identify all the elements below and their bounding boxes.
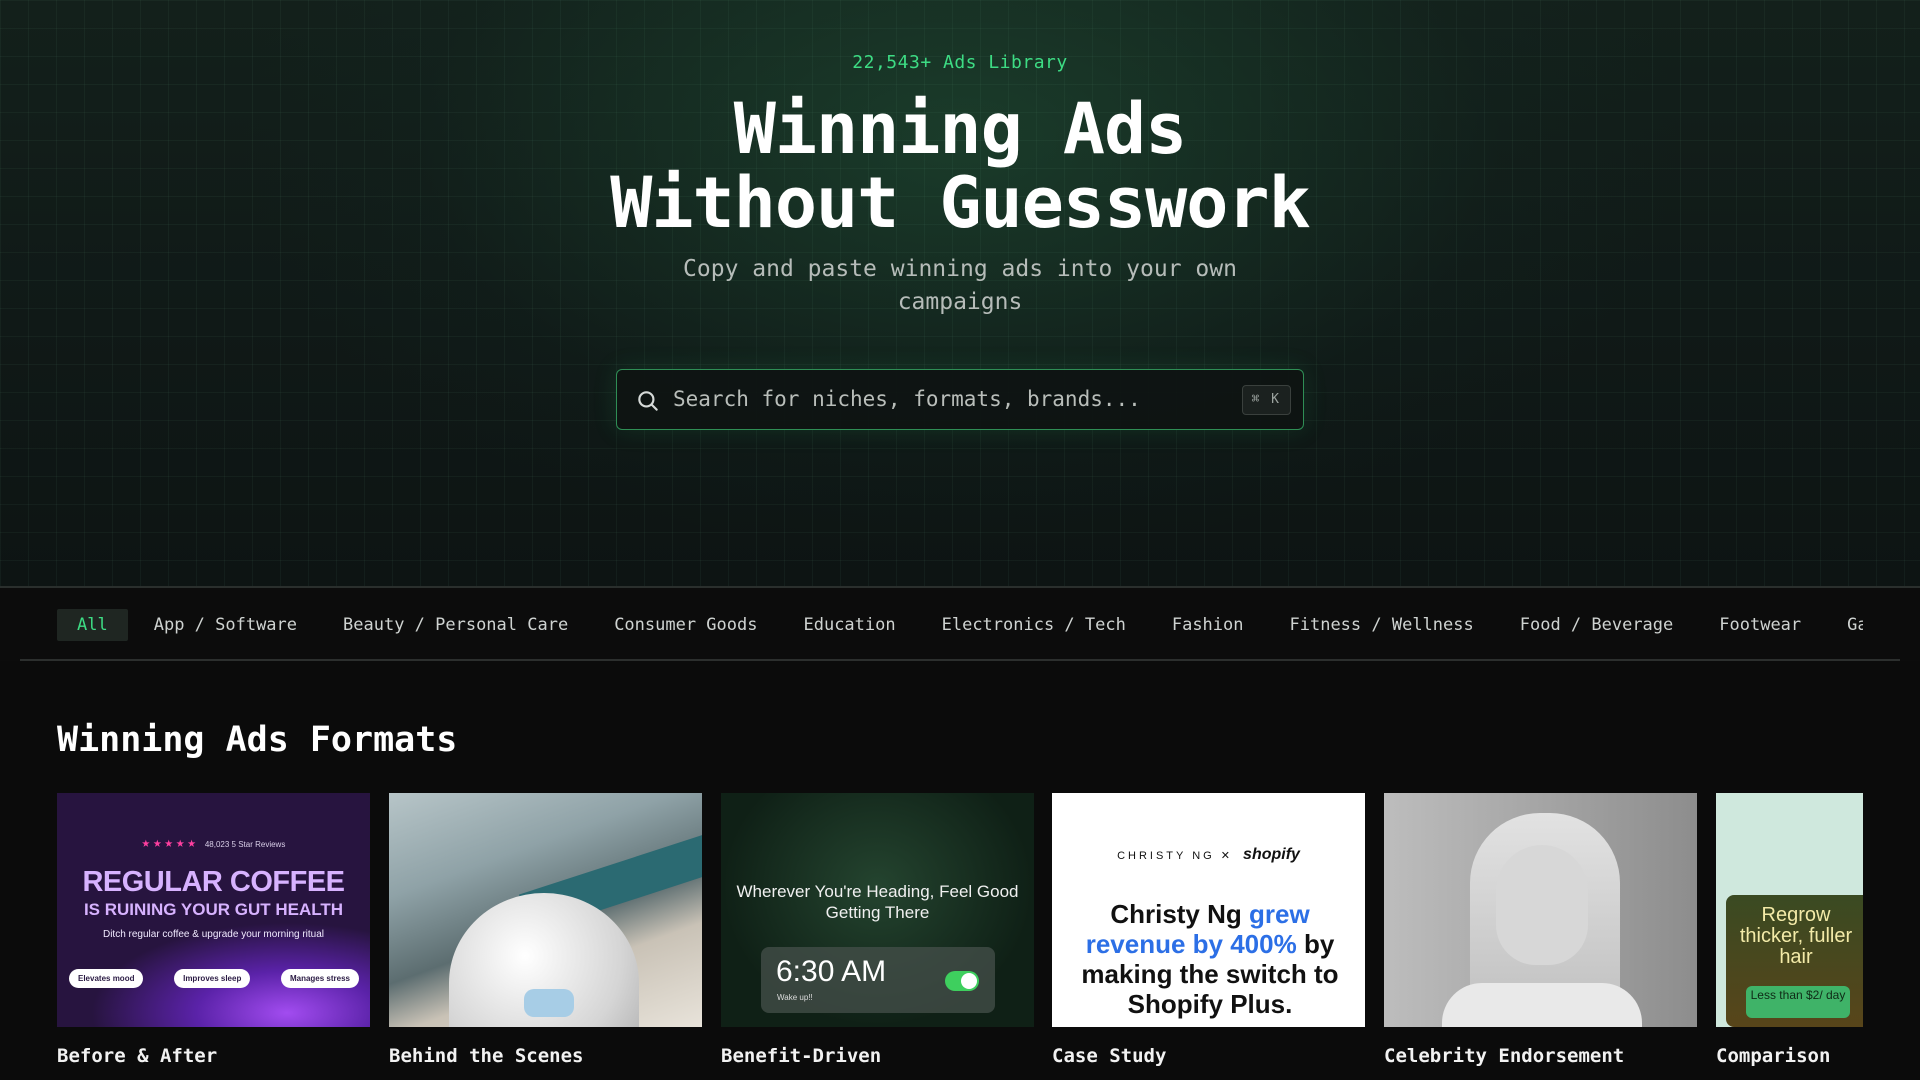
ad-tagline: Ditch regular coffee & upgrade your morn… xyxy=(102,929,325,940)
card-label[interactable]: Comparison xyxy=(1716,1045,1863,1067)
search-bar[interactable]: ⌘ K xyxy=(616,369,1304,430)
portrait-face-shape xyxy=(1496,845,1588,965)
alarm-time: 6:30 AM xyxy=(776,955,887,988)
hero-title: Winning Ads Without Guesswork xyxy=(0,92,1920,240)
price-badge: Less than $2/ day xyxy=(1746,986,1850,1018)
card-label[interactable]: Before & After xyxy=(57,1045,370,1067)
ad-headline: REGULAR COFFEE xyxy=(82,866,345,898)
category-tab-education[interactable]: Education xyxy=(783,609,915,641)
card-label[interactable]: Behind the Scenes xyxy=(389,1045,702,1067)
ad-subheadline: IS RUINING YOUR GUT HEALTH xyxy=(83,900,344,919)
hero-title-line-2: Without Guesswork xyxy=(610,162,1310,244)
category-tab-all[interactable]: All xyxy=(57,609,128,641)
portrait-blazer-shape xyxy=(1442,983,1642,1027)
benefit-pills: Elevates mood Improves sleep Manages str… xyxy=(69,969,359,988)
ad-thumbnail[interactable]: Wherever You're Heading, Feel Good Getti… xyxy=(721,793,1034,1027)
category-tab-footwear[interactable]: Footwear xyxy=(1699,609,1821,641)
ad-thumbnail[interactable]: CHRISTY NG ✕ shopify Christy Ng grew rev… xyxy=(1052,793,1365,1027)
category-tab-fitness-wellness[interactable]: Fitness / Wellness xyxy=(1270,609,1494,641)
category-tab-games-toy[interactable]: Games / Toy xyxy=(1827,609,1863,641)
category-tab-electronics-tech[interactable]: Electronics / Tech xyxy=(922,609,1146,641)
ad-headline: Christy Ng grew revenue by 400% by makin… xyxy=(1070,899,1350,1019)
ad-thumbnail[interactable] xyxy=(1384,793,1697,1027)
ad-thumbnail[interactable] xyxy=(389,793,702,1027)
card-label[interactable]: Celebrity Endorsement xyxy=(1384,1045,1697,1067)
card-label[interactable]: Case Study xyxy=(1052,1045,1365,1067)
category-filter-bar: All App / Software Beauty / Personal Care C… xyxy=(0,586,1920,661)
ad-format-card-comparison[interactable]: Regrow thicker, fuller hair Less than $2… xyxy=(1716,793,1863,1067)
benefit-pill: Improves sleep xyxy=(174,969,251,988)
ad-format-card-case-study[interactable]: CHRISTY NG ✕ shopify Christy Ng grew rev… xyxy=(1052,793,1365,1067)
alarm-toggle-icon xyxy=(945,971,979,991)
ad-headline: Wherever You're Heading, Feel Good Getti… xyxy=(736,882,1019,922)
ad-thumbnail[interactable]: Regrow thicker, fuller hair Less than $2… xyxy=(1716,793,1863,1027)
category-tab-food-beverage[interactable]: Food / Beverage xyxy=(1500,609,1694,641)
category-tab-beauty-personal-care[interactable]: Beauty / Personal Care xyxy=(323,609,588,641)
ad-thumbnail[interactable]: ★★★★★ 48,023 5 Star Reviews REGULAR COFFE… xyxy=(57,793,370,1027)
shopify-logo: shopify xyxy=(1243,846,1300,863)
hero-section: 22,543+ Ads Library Winning Ads Without … xyxy=(0,0,1920,586)
keyboard-shortcut-badge: ⌘ K xyxy=(1241,385,1291,415)
co-brand-logos: CHRISTY NG ✕ shopify xyxy=(1052,846,1365,864)
ad-format-card-before-after[interactable]: ★★★★★ 48,023 5 Star Reviews REGULAR COFFE… xyxy=(57,793,370,1067)
stars-glyphs: ★★★★★ xyxy=(141,835,199,851)
hero-subtitle: Copy and paste winning ads into your own… xyxy=(683,256,1237,315)
search-input[interactable] xyxy=(673,370,1213,428)
review-count: 48,023 5 Star Reviews xyxy=(204,840,286,849)
ads-count-label: 22,543+ Ads Library xyxy=(852,52,1068,73)
hero-title-line-1: Winning Ads xyxy=(733,88,1188,170)
star-rating: ★★★★★ 48,023 5 Star Reviews xyxy=(57,835,370,851)
search-icon xyxy=(638,391,658,411)
alarm-label: Wake up!! xyxy=(777,993,813,1002)
category-tab-fashion[interactable]: Fashion xyxy=(1152,609,1264,641)
cross-icon: ✕ xyxy=(1220,850,1233,862)
ad-format-cards: ★★★★★ 48,023 5 Star Reviews REGULAR COFFE… xyxy=(57,793,1863,1080)
ad-format-card-behind-the-scenes[interactable]: Behind the Scenes xyxy=(389,793,702,1067)
ad-format-card-benefit-driven[interactable]: Wherever You're Heading, Feel Good Getti… xyxy=(721,793,1034,1067)
brand-left-logo: CHRISTY NG xyxy=(1117,850,1215,862)
benefit-pill: Elevates mood xyxy=(69,969,144,988)
category-tab-app-software[interactable]: App / Software xyxy=(134,609,317,641)
section-title: Winning Ads Formats xyxy=(57,720,458,760)
ad-headline: Regrow thicker, fuller hair xyxy=(1739,904,1853,968)
benefit-pill: Manages stress xyxy=(280,969,359,988)
card-label[interactable]: Benefit-Driven xyxy=(721,1045,1034,1067)
face-mask-shape xyxy=(524,989,574,1017)
category-list: All App / Software Beauty / Personal Care C… xyxy=(57,609,1863,643)
category-tab-consumer-goods[interactable]: Consumer Goods xyxy=(594,609,777,641)
ad-format-card-celebrity-endorsement[interactable]: Celebrity Endorsement xyxy=(1384,793,1697,1067)
ad-headline-part: Christy Ng xyxy=(1110,899,1249,929)
alarm-widget: 6:30 AM Wake up!! xyxy=(761,947,995,1013)
